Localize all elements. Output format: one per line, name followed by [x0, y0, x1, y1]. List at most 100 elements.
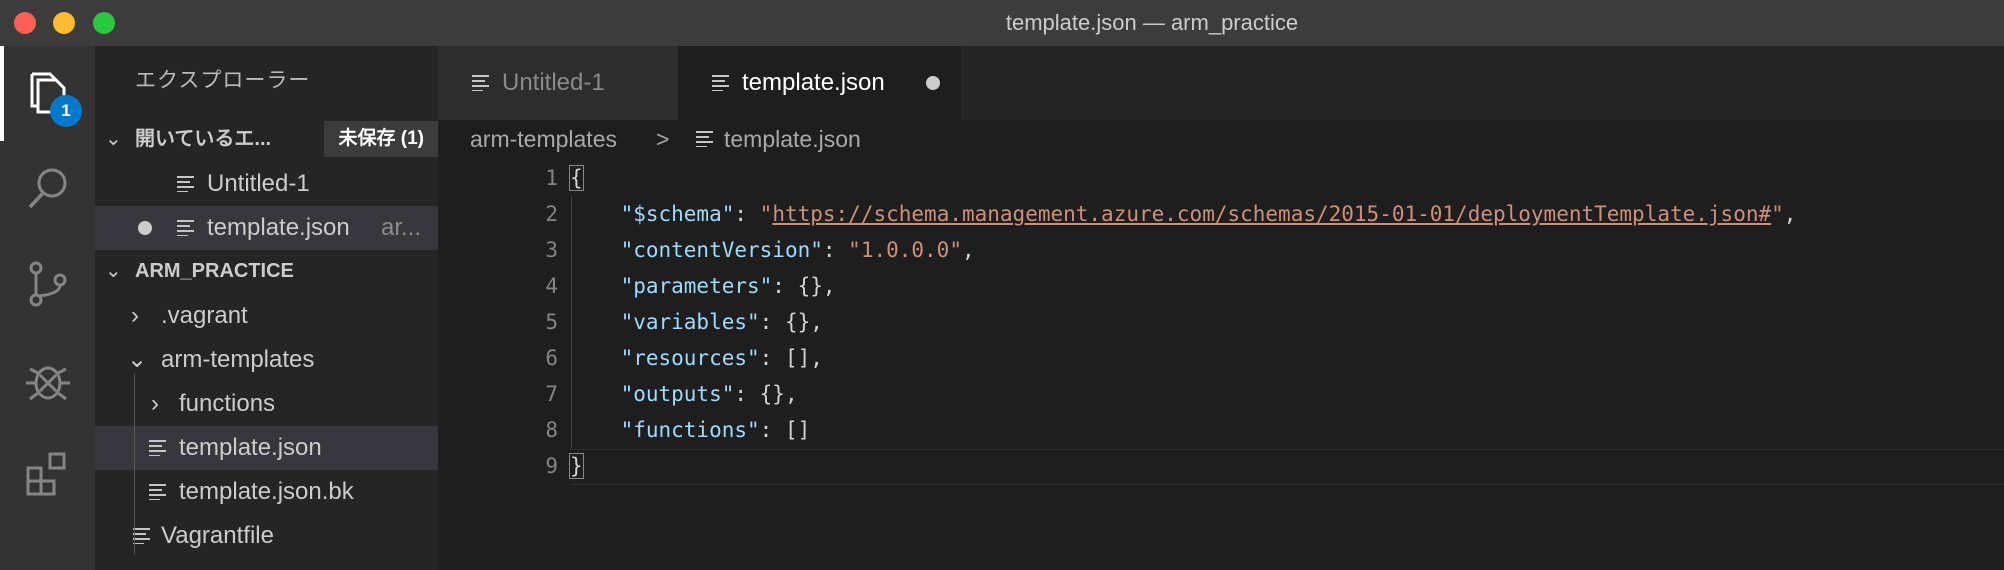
line-number: 6 — [545, 346, 558, 370]
chevron-down-icon: ⌄ — [105, 128, 122, 150]
code-line-9: } — [569, 448, 584, 484]
open-editors-label: 開いているエ... — [135, 128, 272, 150]
source-control-activity[interactable] — [0, 236, 95, 331]
json-key: "outputs" — [620, 382, 735, 406]
json-key: "functions" — [620, 418, 760, 442]
debug-activity[interactable] — [0, 331, 95, 426]
sidebar-title: エクスプローラー — [135, 69, 311, 92]
comma: , — [1783, 202, 1797, 226]
workspace-header[interactable]: ⌄ ARM_PRACTICE — [95, 250, 438, 292]
tree-file-template-json-bk[interactable]: template.json.bk — [95, 470, 438, 514]
breadcrumb-file[interactable]: template.json — [724, 120, 861, 158]
quote: " — [759, 202, 773, 226]
file-lines-icon — [177, 220, 194, 236]
code-line-8: "functions": [] — [570, 412, 811, 448]
unsaved-badge: 未保存 (1) — [324, 121, 438, 157]
line-number: 5 — [545, 310, 558, 334]
explorer-badge: 1 — [50, 95, 82, 127]
open-editors-header[interactable]: ⌄ 開いているエ... 未保存 (1) — [95, 118, 438, 160]
json-key: "$schema" — [620, 202, 735, 226]
code-line-2: "$schema": "https://schema.management.az… — [570, 196, 1797, 232]
line-number: 3 — [545, 238, 558, 262]
colon: : — [822, 238, 849, 262]
json-value: : {}, — [734, 382, 798, 406]
chevron-right-icon: > — [656, 126, 670, 152]
search-icon — [28, 168, 66, 208]
file-lines-icon — [472, 75, 489, 91]
json-value: : [] — [759, 418, 811, 442]
file-lines-icon — [133, 528, 150, 544]
title-bar: template.json — arm_practice — [0, 0, 2004, 47]
comma: , — [961, 238, 975, 262]
close-brace: } — [569, 453, 584, 479]
search-activity[interactable] — [0, 141, 95, 236]
code-line-1: { — [569, 160, 584, 196]
json-string: "1.0.0.0" — [848, 238, 962, 262]
explorer-activity[interactable]: 1 — [0, 46, 95, 141]
code-line-3: "contentVersion": "1.0.0.0", — [570, 232, 975, 268]
code-line-7: "outputs": {}, — [570, 376, 798, 412]
open-editor-path: ar... — [381, 214, 422, 241]
editor-tab-bar: Untitled-1 template.json — [438, 46, 2004, 120]
code-line-5: "variables": {}, — [570, 304, 823, 340]
tab-label: Untitled-1 — [502, 69, 605, 96]
file-lines-icon — [149, 440, 166, 456]
schema-link[interactable]: https://schema.management.azure.com/sche… — [772, 202, 1771, 226]
activity-bar: 1 — [0, 46, 95, 570]
open-editor-template-json[interactable]: template.json ar... — [95, 206, 438, 250]
json-key: "variables" — [620, 310, 760, 334]
json-value: : {}, — [772, 274, 836, 298]
json-value: : {}, — [759, 310, 823, 334]
line-number: 9 — [545, 454, 558, 478]
json-key: "contentVersion" — [620, 238, 823, 262]
line-number: 7 — [545, 382, 558, 406]
chevron-down-icon: ⌄ — [105, 260, 122, 282]
chevron-right-icon: › — [151, 390, 159, 417]
tree-item-label: Vagrantfile — [161, 522, 274, 549]
debug-icon — [25, 366, 70, 400]
json-key: "resources" — [620, 346, 760, 370]
file-lines-icon — [149, 484, 166, 500]
colon: : — [734, 202, 760, 226]
breadcrumb-folder[interactable]: arm-templates — [470, 120, 617, 158]
tab-label: template.json — [742, 69, 885, 96]
extensions-icon — [26, 452, 65, 495]
tree-file-vagrantfile[interactable]: Vagrantfile — [95, 514, 438, 558]
code-line-6: "resources": [], — [570, 340, 823, 376]
current-line-highlight — [570, 449, 2004, 485]
unsaved-dot-icon — [138, 221, 152, 235]
json-value: : [], — [759, 346, 823, 370]
tree-folder-vagrant[interactable]: › .vagrant — [95, 294, 438, 338]
tree-item-label: template.json — [179, 434, 322, 461]
tree-item-label: .vagrant — [161, 302, 248, 329]
open-editor-name: template.json — [207, 214, 350, 241]
file-lines-icon — [177, 176, 194, 192]
open-editor-untitled[interactable]: Untitled-1 — [95, 162, 438, 206]
line-number: 2 — [545, 202, 558, 226]
tab-template-json[interactable]: template.json — [678, 46, 961, 120]
chevron-right-icon: › — [131, 302, 139, 329]
window-title: template.json — arm_practice — [1005, 10, 1299, 35]
line-number: 1 — [545, 166, 558, 190]
extensions-activity[interactable] — [0, 426, 95, 521]
tree-folder-functions[interactable]: › functions — [95, 382, 438, 426]
tree-folder-arm-templates[interactable]: ⌄ arm-templates — [95, 338, 438, 382]
file-lines-icon — [696, 131, 713, 147]
tree-item-label: template.json.bk — [179, 478, 354, 505]
breadcrumb: arm-templates > template.json — [438, 120, 2004, 158]
line-number: 4 — [545, 274, 558, 298]
tree-indent-guide — [134, 374, 135, 554]
line-number: 8 — [545, 418, 558, 442]
chevron-down-icon: ⌄ — [127, 346, 148, 373]
file-lines-icon — [712, 75, 729, 91]
quote: " — [1771, 202, 1784, 226]
source-control-icon — [29, 261, 66, 306]
json-key: "parameters" — [620, 274, 773, 298]
unsaved-dot-icon[interactable] — [926, 76, 940, 90]
code-line-4: "parameters": {}, — [570, 268, 836, 304]
tree-file-template-json[interactable]: template.json — [95, 426, 438, 470]
tree-item-label: functions — [179, 390, 276, 417]
tab-untitled-1[interactable]: Untitled-1 — [438, 46, 678, 120]
explorer-sidebar: エクスプローラー ⌄ 開いているエ... 未保存 (1) Untitled-1 … — [95, 46, 438, 570]
tree-item-label: arm-templates — [161, 346, 315, 373]
